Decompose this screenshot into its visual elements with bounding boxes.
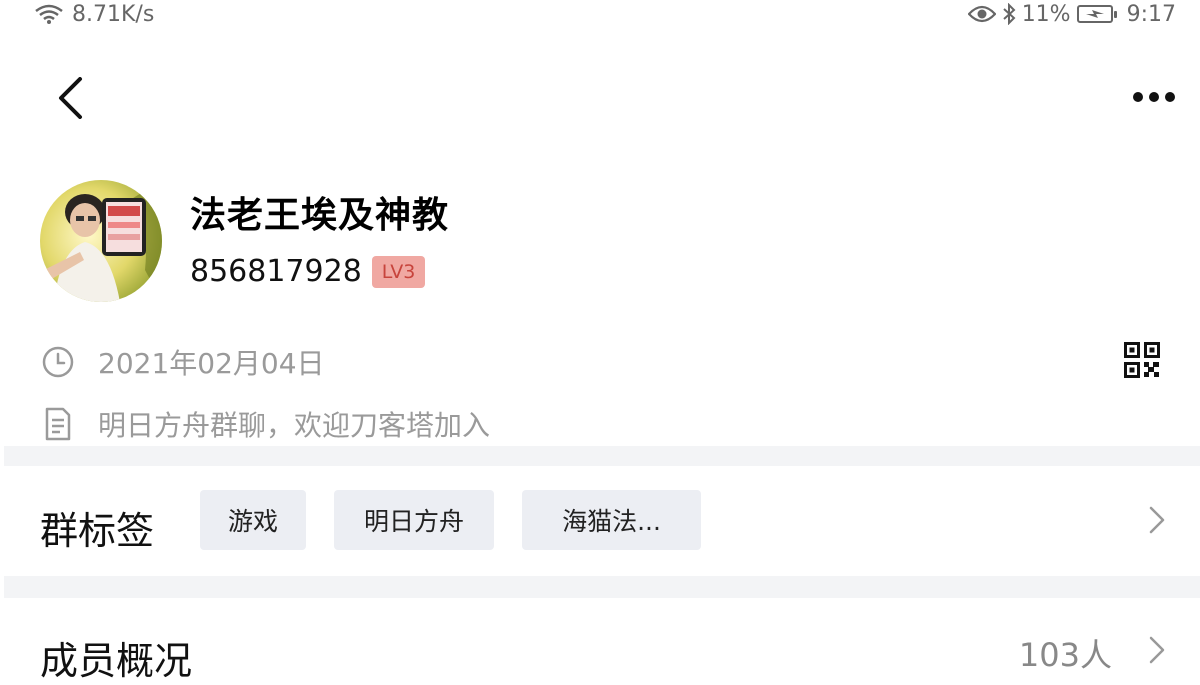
qr-code-icon [1124,342,1160,378]
tag-item[interactable]: 游戏 [200,490,306,550]
group-avatar[interactable] [40,180,162,302]
members-section-title: 成员概况 [40,639,193,683]
network-speed: 8.71K/s [72,1,155,27]
description-row: 明日方舟群聊，欢迎刀客塔加入 [40,404,490,444]
bluetooth-icon [1003,3,1016,25]
level-badge: LV3 [371,255,426,288]
status-bar-left: 8.71K/s [34,0,154,28]
more-dots-icon [1133,92,1175,102]
back-button[interactable] [40,68,100,128]
members-expand-button[interactable] [1142,630,1172,670]
battery-percent: 11% [1021,1,1071,27]
section-divider [4,576,1200,598]
qr-code-button[interactable] [1124,342,1164,382]
time: 9:17 [1126,1,1176,27]
tags-expand-button[interactable] [1142,500,1172,540]
document-icon [45,407,71,441]
member-count: 103人 [1018,636,1112,674]
chevron-right-icon [1149,506,1165,534]
tag-item[interactable]: 明日方舟 [334,490,494,550]
tag-item[interactable]: 海猫法... [522,490,701,550]
created-date: 2021年02月04日 [98,347,325,380]
group-id-row: 856817928 LV3 [190,254,426,289]
clock-icon [42,346,74,378]
status-bar-right: 11% 9:17 [967,0,1176,28]
group-name: 法老王埃及神教 [190,195,450,236]
chevron-right-icon [1149,636,1165,664]
chevron-left-icon [59,77,82,119]
eye-icon [967,5,996,23]
tags-section-title: 群标签 [40,509,155,553]
group-description: 明日方舟群聊，欢迎刀客塔加入 [98,409,491,442]
more-options-button[interactable] [1124,72,1184,122]
wifi-icon [35,4,63,24]
created-date-row: 2021年02月04日 [40,342,325,382]
battery-charging-icon [1076,5,1117,23]
section-divider [4,446,1200,466]
group-id: 856817928 [190,254,362,289]
